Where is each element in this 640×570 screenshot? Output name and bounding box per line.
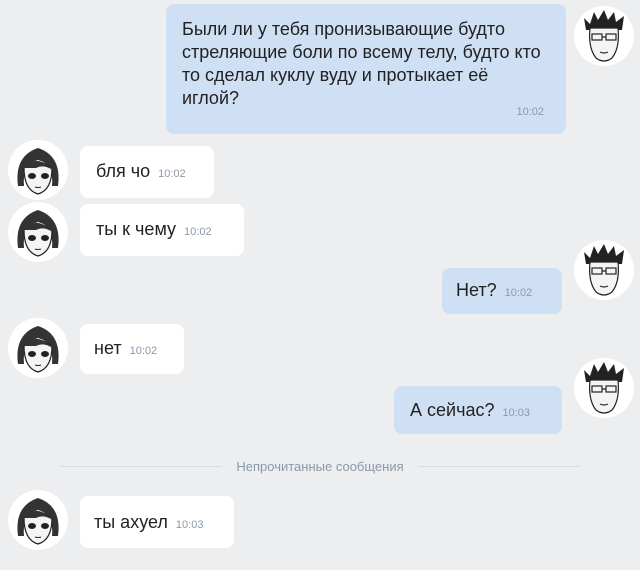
message-incoming[interactable]: ты ахуел 10:03 (80, 496, 234, 548)
message-text: бля чо (96, 161, 151, 181)
man-avatar-icon[interactable] (574, 358, 634, 418)
man-avatar-icon[interactable] (574, 6, 634, 66)
message-incoming[interactable]: бля чо 10:02 (80, 146, 214, 198)
message-text: ты к чему (96, 219, 177, 239)
man-avatar-icon[interactable] (574, 240, 634, 300)
message-outgoing[interactable]: Были ли у тебя пронизывающие будто стрел… (166, 4, 566, 134)
message-time: 10:02 (184, 226, 212, 238)
girl-avatar-icon[interactable] (8, 140, 68, 200)
unread-divider: Непрочитанные сообщения (60, 458, 581, 474)
girl-avatar-icon[interactable] (8, 202, 68, 262)
message-time: 10:02 (158, 168, 186, 180)
message-time: 10:02 (504, 287, 533, 299)
message-outgoing[interactable]: Нет? 10:02 (442, 268, 562, 314)
chat-window: Были ли у тебя пронизывающие будто стрел… (0, 0, 640, 570)
message-text: нет (94, 338, 122, 358)
message-time: 10:02 (516, 106, 544, 118)
message-text: ты ахуел (94, 512, 168, 532)
girl-avatar-icon[interactable] (8, 490, 68, 550)
message-incoming[interactable]: нет 10:02 (80, 324, 184, 374)
girl-avatar-icon[interactable] (8, 318, 68, 378)
message-outgoing[interactable]: А сейчас? 10:03 (394, 386, 562, 434)
message-text: А сейчас? (410, 400, 495, 420)
message-text: Были ли у тебя пронизывающие будто стрел… (182, 19, 541, 108)
divider-label: Непрочитанные сообщения (236, 458, 404, 474)
divider-line (417, 465, 581, 467)
message-time: 10:03 (175, 519, 204, 531)
message-incoming[interactable]: ты к чему 10:02 (80, 204, 244, 256)
divider-line (60, 465, 223, 467)
message-time: 10:02 (129, 345, 158, 357)
message-text: Нет? (456, 280, 497, 300)
message-time: 10:03 (502, 407, 531, 419)
